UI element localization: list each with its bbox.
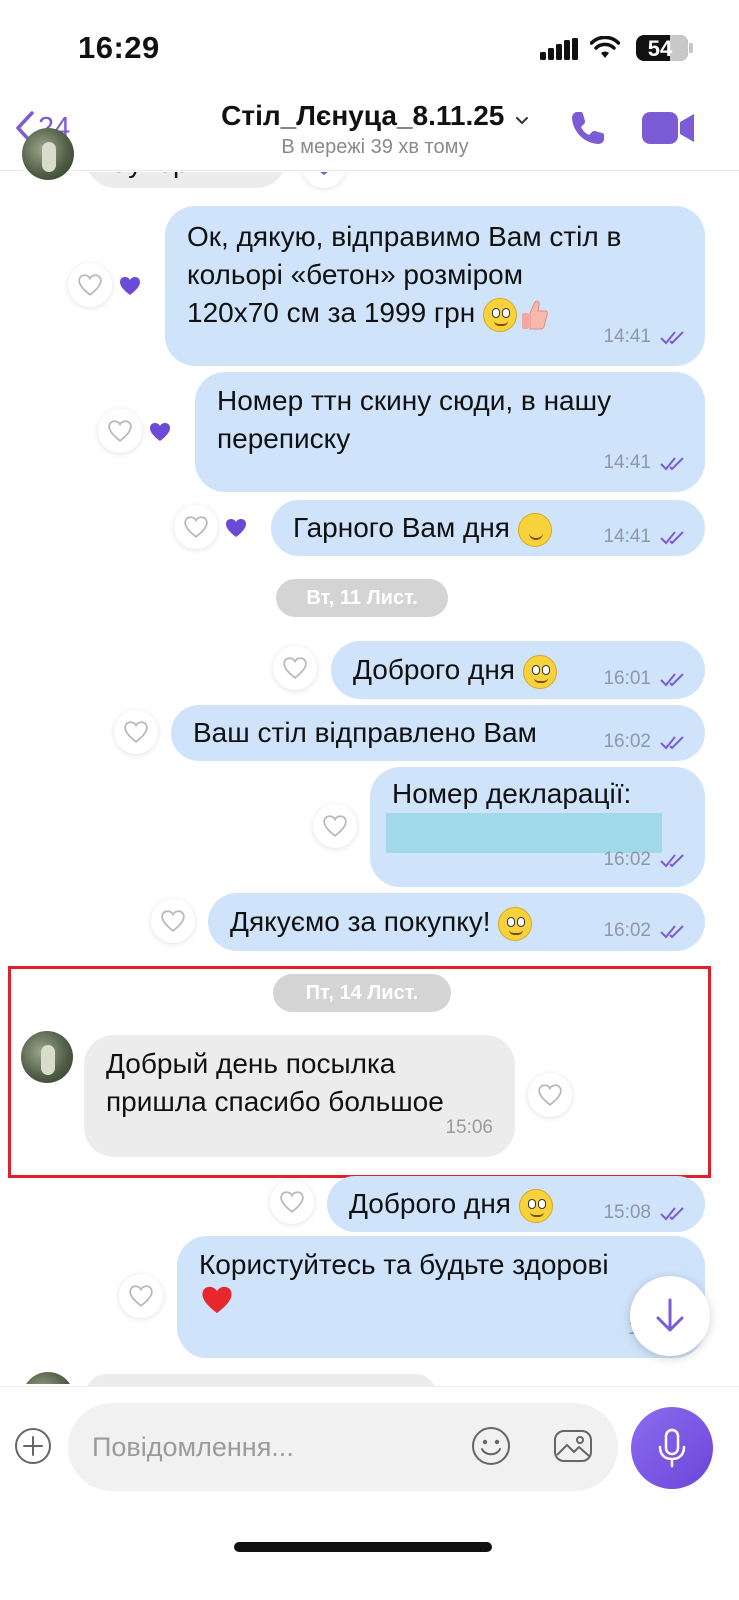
double-check-icon (660, 736, 684, 750)
arrow-down-icon (656, 1298, 684, 1332)
like-button[interactable] (68, 263, 112, 307)
message-meta: 16:02 (603, 723, 687, 761)
phone-icon[interactable] (568, 108, 608, 148)
battery-icon: 54 (636, 35, 688, 61)
double-check-icon (660, 854, 684, 868)
smiley-emoji-icon (498, 906, 533, 941)
add-attachment-icon[interactable] (14, 1427, 52, 1465)
date-separator: Вт, 11 Лист. (276, 579, 448, 617)
heart-outline-icon (108, 420, 132, 442)
message-bubble-outgoing[interactable]: Доброго дня 16:01 (331, 641, 705, 699)
reaction-group (68, 263, 158, 307)
message-bubble-outgoing[interactable]: Ваш стіл відправлено Вам 16:02 (171, 705, 705, 761)
heart-outline-icon (280, 1191, 304, 1213)
smiling-emoji-icon (517, 512, 552, 547)
smiley-emoji-icon (482, 297, 517, 332)
double-check-icon (660, 673, 684, 687)
message-bubble-outgoing[interactable]: Ок, дякую, відправимо Вам стіл в кольорі… (165, 206, 705, 366)
heart-outline-icon (161, 910, 185, 932)
heart-outline-icon (283, 657, 307, 679)
message-input[interactable] (92, 1403, 452, 1491)
purple-heart-icon (226, 519, 246, 537)
home-indicator (234, 1542, 492, 1552)
reaction-group (174, 505, 264, 549)
contact-avatar[interactable] (22, 128, 74, 180)
message-meta: 16:02 (603, 841, 687, 879)
video-call-icon[interactable] (640, 108, 696, 148)
date-separator: Пт, 14 Лист. (273, 974, 451, 1012)
like-button[interactable] (273, 646, 317, 690)
message-bubble-outgoing[interactable]: Дякуємо за покупку! 16:02 (208, 893, 705, 951)
double-check-icon (660, 531, 684, 545)
message-meta: 16:02 (603, 912, 687, 950)
smiley-emoji-icon (518, 1188, 553, 1223)
emoji-icon[interactable] (470, 1425, 512, 1467)
double-check-icon (660, 331, 684, 345)
heart-outline-icon (124, 721, 148, 743)
message-meta: 14:41 (603, 444, 687, 482)
heart-outline-icon (129, 1285, 153, 1307)
message-meta: 14:41 (603, 518, 687, 556)
chevron-down-icon (515, 116, 528, 125)
status-bar: 16:29 54 (0, 0, 739, 96)
online-status: В мережі 39 хв тому (281, 136, 469, 158)
like-button[interactable] (270, 1180, 314, 1224)
microphone-icon (658, 1428, 686, 1468)
like-button[interactable] (114, 710, 158, 754)
chat-title-button[interactable]: Стіл_Лєнуца_8.11.25 (200, 100, 550, 132)
message-bubble-outgoing[interactable]: Користуйтесь та будьте здорові 15:0 (177, 1236, 705, 1358)
message-meta: 15:08 (603, 1194, 687, 1232)
message-bubble-incoming[interactable]: Добрый день посылка пришла спасибо больш… (84, 1035, 515, 1157)
heart-outline-icon (78, 274, 102, 296)
double-check-icon (660, 1207, 684, 1221)
chat-title: Стіл_Лєнуца_8.11.25 (221, 100, 505, 131)
thumbs-up-emoji-icon (521, 300, 548, 330)
message-meta: 15:06 (445, 1117, 493, 1138)
reaction-group (98, 409, 188, 453)
like-button[interactable] (98, 409, 142, 453)
message-bubble-outgoing[interactable]: Номер ттн скину сюди, в нашу переписку 1… (195, 372, 705, 492)
composer-bar (0, 1386, 739, 1600)
wifi-icon (590, 36, 620, 58)
purple-heart-icon (150, 423, 170, 441)
like-button[interactable] (174, 505, 218, 549)
like-button[interactable] (528, 1073, 572, 1117)
heart-outline-icon (184, 516, 208, 538)
voice-record-button[interactable] (631, 1407, 713, 1489)
message-meta: 16:01 (603, 660, 687, 698)
chat-header: 24 Стіл_Лєнуца_8.11.25 В мережі 39 хв то… (0, 96, 739, 170)
gallery-icon[interactable] (552, 1425, 594, 1467)
red-heart-emoji-icon (202, 1286, 232, 1314)
message-bubble-outgoing[interactable]: Номер декларації: 16:02 (370, 767, 705, 887)
battery-level: 54 (647, 36, 673, 61)
double-check-icon (660, 457, 684, 471)
like-button[interactable] (119, 1274, 163, 1318)
double-check-icon (660, 925, 684, 939)
message-meta: 14:41 (603, 318, 687, 356)
smiley-emoji-icon (522, 654, 557, 689)
purple-heart-icon (120, 277, 140, 295)
message-field (68, 1403, 618, 1491)
contact-avatar[interactable] (21, 1031, 73, 1083)
status-time: 16:29 (78, 30, 160, 65)
message-bubble-outgoing[interactable]: Гарного Вам дня 14:41 (271, 500, 705, 556)
like-button[interactable] (151, 899, 195, 943)
signal-icon (540, 38, 578, 60)
like-button[interactable] (313, 804, 357, 848)
heart-outline-icon (538, 1084, 562, 1106)
message-bubble-outgoing[interactable]: Доброго дня 15:08 (327, 1176, 705, 1232)
heart-outline-icon (323, 815, 347, 837)
scroll-to-bottom-button[interactable] (630, 1276, 710, 1356)
